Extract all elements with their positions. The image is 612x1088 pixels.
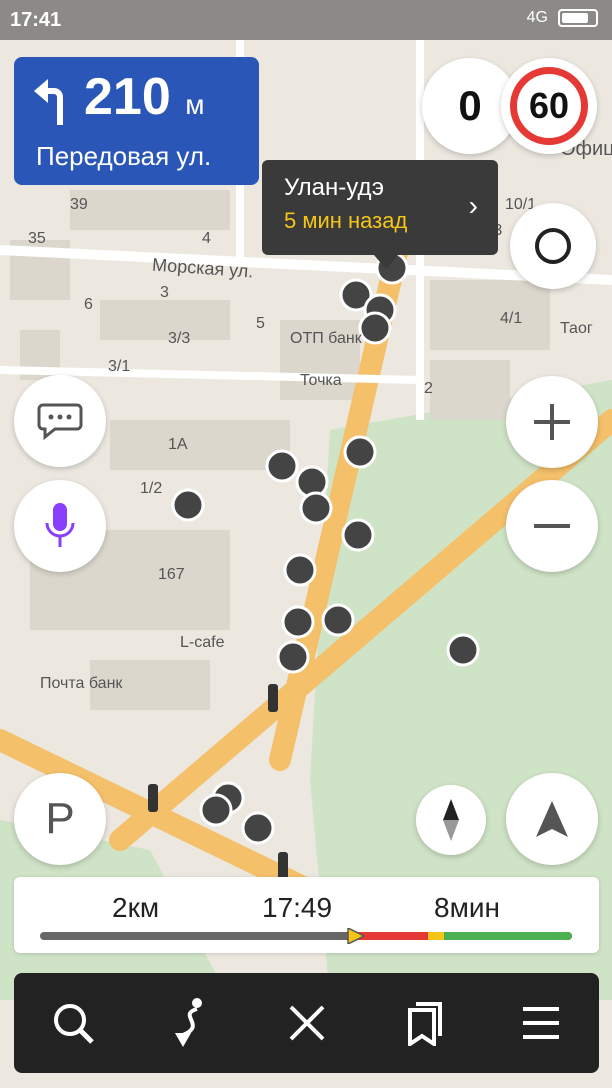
search-icon [53, 1004, 94, 1044]
bookmarks-icon [407, 1002, 442, 1046]
traffic-segment-yellow [428, 932, 445, 940]
callout-subtitle: 5 мин назад [284, 208, 408, 233]
poi-label: Почта банк [40, 675, 123, 692]
maneuver-distance: 210 м [84, 67, 204, 127]
close-route-button[interactable] [272, 988, 342, 1058]
house-number: 1А [168, 436, 188, 453]
house-number: 35 [28, 230, 46, 247]
status-time: 17:41 [10, 9, 62, 31]
chat-button[interactable] [14, 375, 106, 467]
alice-icon [535, 228, 571, 264]
maneuver-distance-unit: м [185, 89, 205, 120]
house-number: 167 [158, 566, 185, 583]
voice-button[interactable] [14, 480, 106, 572]
turn-left-icon [34, 79, 63, 125]
bookmarks-button[interactable] [389, 988, 459, 1058]
route-icon [174, 998, 202, 1047]
house-number: 4 [202, 230, 211, 247]
poi-label: Таог [560, 320, 593, 337]
callout-title: Улан-удэ [284, 174, 384, 201]
house-number: 3 [160, 284, 169, 301]
compass-button[interactable] [416, 785, 486, 855]
parking-button[interactable]: P [14, 773, 106, 865]
house-number: 1/2 [140, 480, 163, 497]
zoom-out-button[interactable] [506, 480, 598, 572]
house-number: 6 [84, 296, 93, 313]
bottom-toolbar [14, 973, 599, 1073]
poi-label: L-cafe [180, 634, 225, 651]
route-summary[interactable]: 2км 17:49 8мин [14, 877, 599, 953]
house-number: 4/1 [500, 310, 523, 327]
house-number: 39 [70, 196, 88, 213]
position-marker-icon [347, 928, 364, 944]
parking-icon: P [45, 794, 75, 843]
menu-button[interactable] [506, 988, 576, 1058]
house-number: 3/1 [108, 358, 131, 375]
house-number: 5 [256, 315, 265, 332]
locate-button[interactable] [506, 773, 598, 865]
traffic-segment-red [353, 932, 429, 940]
battery-icon [558, 9, 598, 27]
route-button[interactable] [155, 988, 225, 1058]
poi-label: ОТП банк [290, 330, 362, 347]
maneuver-card[interactable]: 210 м Передовая ул. [14, 57, 259, 185]
navigation-arrow-icon [536, 801, 568, 837]
chevron-right-icon: › [468, 190, 478, 221]
route-distance: 2км [112, 892, 160, 923]
status-bar: 17:41 4G [0, 0, 612, 40]
route-arrival-time: 17:49 [262, 892, 333, 923]
route-duration: 8мин [434, 892, 500, 923]
traffic-segment-green [444, 932, 572, 940]
speed-limit-sign: 60 [501, 58, 597, 154]
chat-callout[interactable]: Улан-удэ 5 мин назад › [262, 160, 498, 269]
search-button[interactable] [38, 988, 108, 1058]
menu-icon [522, 1007, 559, 1039]
close-icon [289, 1005, 324, 1041]
plus-icon [534, 404, 570, 440]
minus-icon [534, 524, 570, 528]
alice-button[interactable] [510, 203, 596, 289]
house-number: 2 [424, 380, 433, 397]
zoom-in-button[interactable] [506, 376, 598, 468]
compass-icon [443, 799, 459, 841]
chat-bubble-icon [37, 403, 83, 441]
microphone-icon [45, 503, 75, 547]
speed-limit-value: 60 [510, 67, 588, 145]
network-label: 4G [526, 9, 548, 26]
house-number: 3/3 [168, 330, 191, 347]
poi-label: Точка [300, 372, 342, 389]
route-progress-track [40, 932, 572, 940]
maneuver-distance-value: 210 [84, 68, 171, 126]
maneuver-street: Передовая ул. [36, 141, 212, 171]
